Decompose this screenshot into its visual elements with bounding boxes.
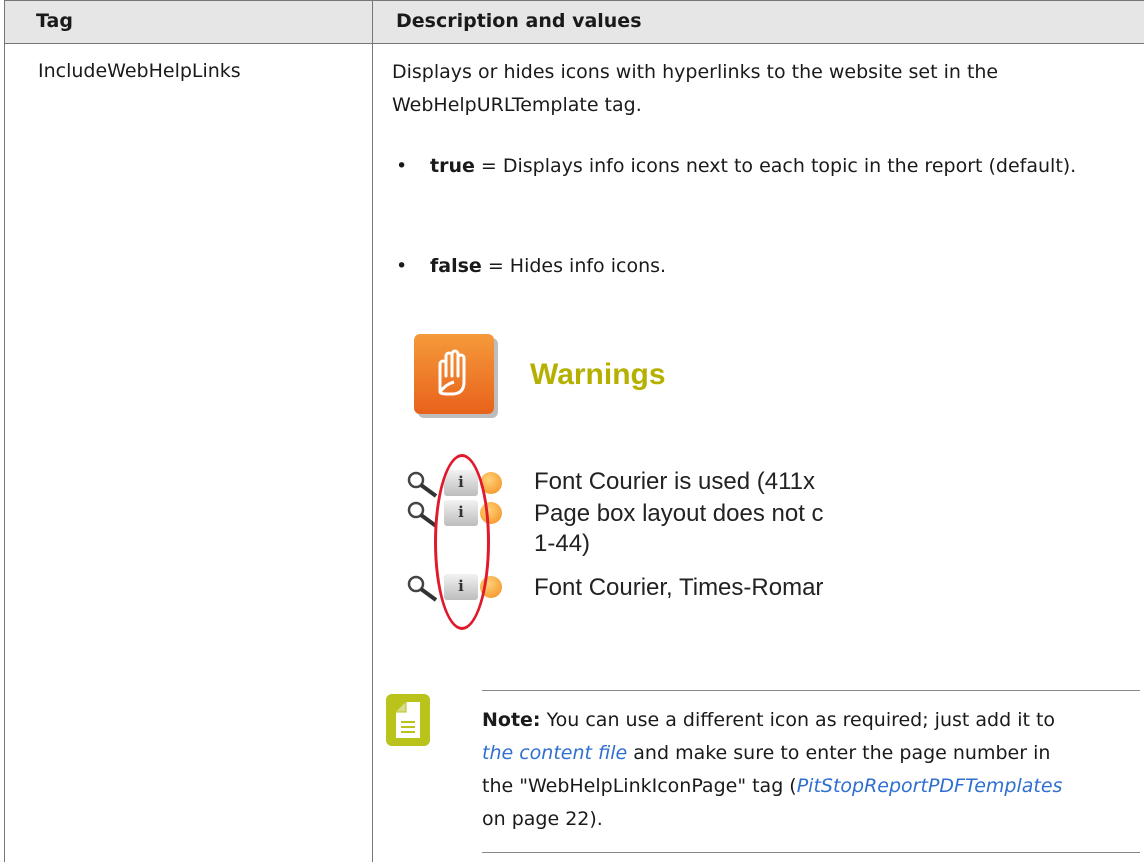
content-file-link[interactable]: the content file xyxy=(482,742,627,764)
bullet-term: false xyxy=(430,255,482,277)
bullet-text: = Hides info icons. xyxy=(481,255,667,277)
table-left-border xyxy=(4,0,5,862)
warning-text: Page box layout does not c xyxy=(534,500,824,527)
highlight-ellipse xyxy=(434,454,490,630)
note-text-part: on page 22). xyxy=(482,808,603,830)
warnings-screenshot: Warnings i i i Font Courier is used (411… xyxy=(404,334,924,634)
note-icon xyxy=(386,694,430,746)
warning-text: 1-44) xyxy=(534,530,591,557)
note-text: Note: You can use a different icon as re… xyxy=(482,704,1082,836)
bullet-dot: • xyxy=(396,255,408,277)
bullet-text: = Displays info icons next to each topic… xyxy=(474,155,1077,177)
warning-text: Font Courier is used (411x xyxy=(534,468,816,495)
description-text: Displays or hides icons with hyperlinks … xyxy=(392,61,999,116)
note-label: Note: xyxy=(482,709,541,731)
magnifier-icon xyxy=(407,471,438,498)
bullet-term: true xyxy=(430,155,475,177)
header-tag: Tag xyxy=(36,10,73,32)
note-top-rule xyxy=(482,690,1140,691)
bullet-dot: • xyxy=(396,155,408,177)
warning-text: Font Courier, Times-Romar xyxy=(534,574,824,601)
tag-name: IncludeWebHelpLinks xyxy=(38,60,241,82)
pitstop-templates-link[interactable]: PitStopReportPDFTemplates xyxy=(797,775,1063,797)
table-header: Tag Description and values xyxy=(4,0,1144,44)
column-divider xyxy=(372,0,373,862)
note-bottom-rule xyxy=(482,852,1140,853)
header-description: Description and values xyxy=(396,10,642,32)
note-text-part: You can use a different icon as required… xyxy=(540,709,1056,731)
